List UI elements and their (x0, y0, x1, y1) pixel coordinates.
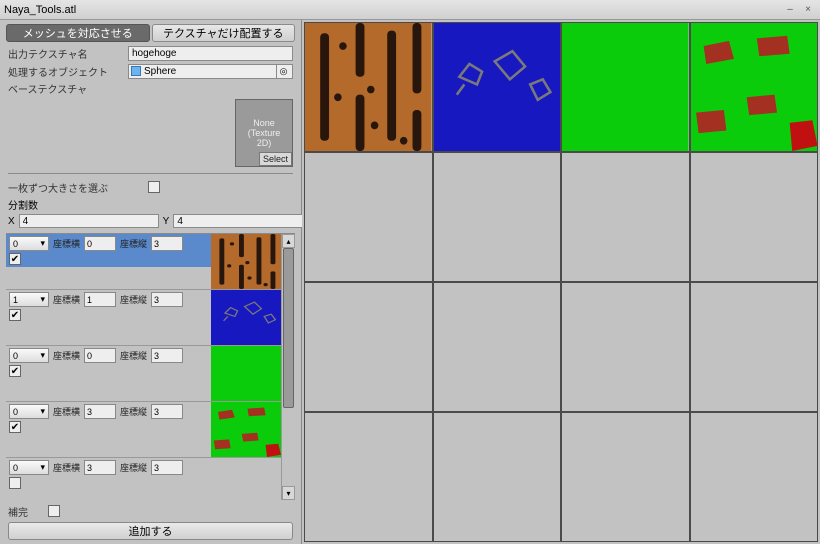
coord-x-label: 座標横 (51, 293, 82, 306)
coord-x-label: 座標横 (51, 237, 82, 250)
divisions-x-label: X (8, 216, 15, 227)
complete-label: 補完 (8, 504, 48, 519)
scrollbar[interactable]: ▴ ▾ (281, 234, 295, 500)
item-thumbnail (211, 458, 281, 500)
inspector-panel: メッシュを対応させる テクスチャだけ配置する 出力テクスチャ名 hogehoge… (0, 20, 302, 544)
tab-texture[interactable]: テクスチャだけ配置する (152, 24, 296, 42)
list-item[interactable]: 1▾ 座標横 1 座標縦 3 ✔ (6, 290, 281, 346)
individual-size-checkbox[interactable] (148, 181, 160, 193)
texture-select-button[interactable]: Select (259, 152, 292, 166)
item-dropdown[interactable]: 0▾ (9, 460, 49, 475)
scroll-up-icon[interactable]: ▴ (282, 234, 295, 248)
base-texture-label: ベーステクスチャ (8, 81, 128, 96)
grid-cell (433, 412, 562, 542)
divisions-y-input[interactable] (173, 214, 313, 228)
coord-x-label: 座標横 (51, 461, 82, 474)
coord-y-input[interactable]: 3 (151, 348, 183, 363)
coord-y-label: 座標縦 (118, 405, 149, 418)
base-texture-slot[interactable]: None (Texture 2D) Select (235, 99, 293, 167)
grid-cell (690, 152, 819, 282)
item-dropdown[interactable]: 1▾ (9, 292, 49, 307)
output-texture-name-input[interactable]: hogehoge (128, 46, 293, 61)
close-icon[interactable]: × (800, 3, 816, 17)
grid-cell (304, 22, 433, 152)
coord-x-input[interactable]: 1 (84, 292, 116, 307)
output-texture-name-label: 出力テクスチャ名 (8, 46, 128, 61)
grid-cell (561, 282, 690, 412)
grid-cell (433, 282, 562, 412)
add-button[interactable]: 追加する (8, 522, 293, 540)
coord-y-label: 座標縦 (118, 461, 149, 474)
list-item[interactable]: 0▾ 座標横 0 座標縦 3 ✔ (6, 234, 281, 290)
item-checkbox[interactable]: ✔ (9, 253, 21, 265)
coord-y-label: 座標縦 (118, 293, 149, 306)
complete-checkbox[interactable] (48, 505, 60, 517)
item-thumbnail (211, 346, 281, 401)
window-title: Naya_Tools.atl (4, 4, 76, 16)
grid-cell (561, 412, 690, 542)
minimize-icon[interactable]: – (782, 3, 798, 17)
coord-y-input[interactable]: 3 (151, 404, 183, 419)
grid-cell (690, 282, 819, 412)
grid-cell (690, 412, 819, 542)
item-checkbox[interactable]: ✔ (9, 309, 21, 321)
target-object-label: 処理するオブジェクト (8, 64, 128, 79)
divisions-label: 分割数 (8, 201, 38, 212)
item-thumbnail (211, 290, 281, 345)
grid-cell (304, 282, 433, 412)
item-thumbnail (211, 234, 281, 289)
grid-cell (561, 152, 690, 282)
texture-type-label: (Texture 2D) (248, 128, 281, 148)
item-dropdown[interactable]: 0▾ (9, 404, 49, 419)
grid-cell (304, 412, 433, 542)
item-list: 0▾ 座標横 0 座標縦 3 ✔ 1▾ 座標横 1 座標縦 3 ✔ (6, 234, 281, 500)
target-object-value: Sphere (144, 66, 176, 77)
tab-mesh[interactable]: メッシュを対応させる (6, 24, 150, 42)
list-item[interactable]: 0▾ 座標横 3 座標縦 3 ✔ (6, 402, 281, 458)
coord-x-label: 座標横 (51, 349, 82, 362)
coord-y-label: 座標縦 (118, 349, 149, 362)
grid-cell (304, 152, 433, 282)
texture-none-label: None (253, 118, 275, 128)
list-item[interactable]: 0▾ 座標横 3 座標縦 3 (6, 458, 281, 500)
titlebar: Naya_Tools.atl – × (0, 0, 820, 20)
preview-panel (302, 20, 820, 544)
coord-y-label: 座標縦 (118, 237, 149, 250)
coord-x-input[interactable]: 0 (84, 236, 116, 251)
coord-x-input[interactable]: 3 (84, 404, 116, 419)
grid-cell (433, 152, 562, 282)
grid-cell (433, 22, 562, 152)
scroll-thumb[interactable] (283, 248, 294, 408)
coord-x-input[interactable]: 3 (84, 460, 116, 475)
coord-y-input[interactable]: 3 (151, 460, 183, 475)
item-dropdown[interactable]: 0▾ (9, 348, 49, 363)
divisions-x-input[interactable] (19, 214, 159, 228)
item-dropdown[interactable]: 0▾ (9, 236, 49, 251)
item-checkbox[interactable]: ✔ (9, 365, 21, 377)
cube-icon (131, 66, 141, 76)
coord-x-input[interactable]: 0 (84, 348, 116, 363)
coord-y-input[interactable]: 3 (151, 292, 183, 307)
target-object-field[interactable]: Sphere ◎ (128, 64, 293, 79)
coord-x-label: 座標横 (51, 405, 82, 418)
item-thumbnail (211, 402, 281, 457)
divisions-y-label: Y (163, 216, 170, 227)
scroll-down-icon[interactable]: ▾ (282, 486, 295, 500)
grid-cell (561, 22, 690, 152)
item-checkbox[interactable]: ✔ (9, 421, 21, 433)
coord-y-input[interactable]: 3 (151, 236, 183, 251)
grid-cell (690, 22, 819, 152)
individual-size-label: 一枚ずつ大きさを選ぶ (8, 180, 148, 195)
object-picker-icon[interactable]: ◎ (276, 65, 290, 78)
item-checkbox[interactable] (9, 477, 21, 489)
list-item[interactable]: 0▾ 座標横 0 座標縦 3 ✔ (6, 346, 281, 402)
